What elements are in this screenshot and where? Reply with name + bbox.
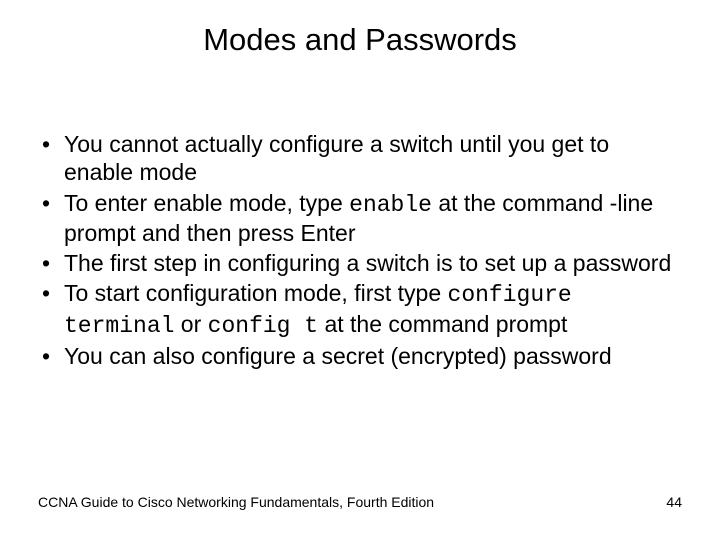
code-text: config t [208, 313, 318, 339]
footer-page-number: 44 [666, 494, 682, 510]
bullet-text: or [174, 311, 207, 337]
slide-body: You cannot actually configure a switch u… [38, 130, 682, 372]
footer-source: CCNA Guide to Cisco Networking Fundament… [38, 494, 434, 510]
bullet-list: You cannot actually configure a switch u… [38, 130, 682, 370]
slide-title: Modes and Passwords [0, 22, 720, 58]
bullet-text: The first step in configuring a switch i… [64, 250, 671, 276]
bullet-text: To enter enable mode, type [64, 190, 349, 216]
bullet-text: You can also configure a secret (encrypt… [64, 343, 612, 369]
list-item: You cannot actually configure a switch u… [38, 130, 682, 187]
slide: Modes and Passwords You cannot actually … [0, 0, 720, 540]
list-item: To enter enable mode, type enable at the… [38, 189, 682, 248]
bullet-text: at the command prompt [318, 311, 567, 337]
bullet-text: To start configuration mode, first type [64, 280, 448, 306]
code-text: enable [349, 192, 432, 218]
list-item: You can also configure a secret (encrypt… [38, 342, 682, 370]
list-item: To start configuration mode, first type … [38, 279, 682, 340]
bullet-text: You cannot actually configure a switch u… [64, 131, 609, 185]
list-item: The first step in configuring a switch i… [38, 249, 682, 277]
